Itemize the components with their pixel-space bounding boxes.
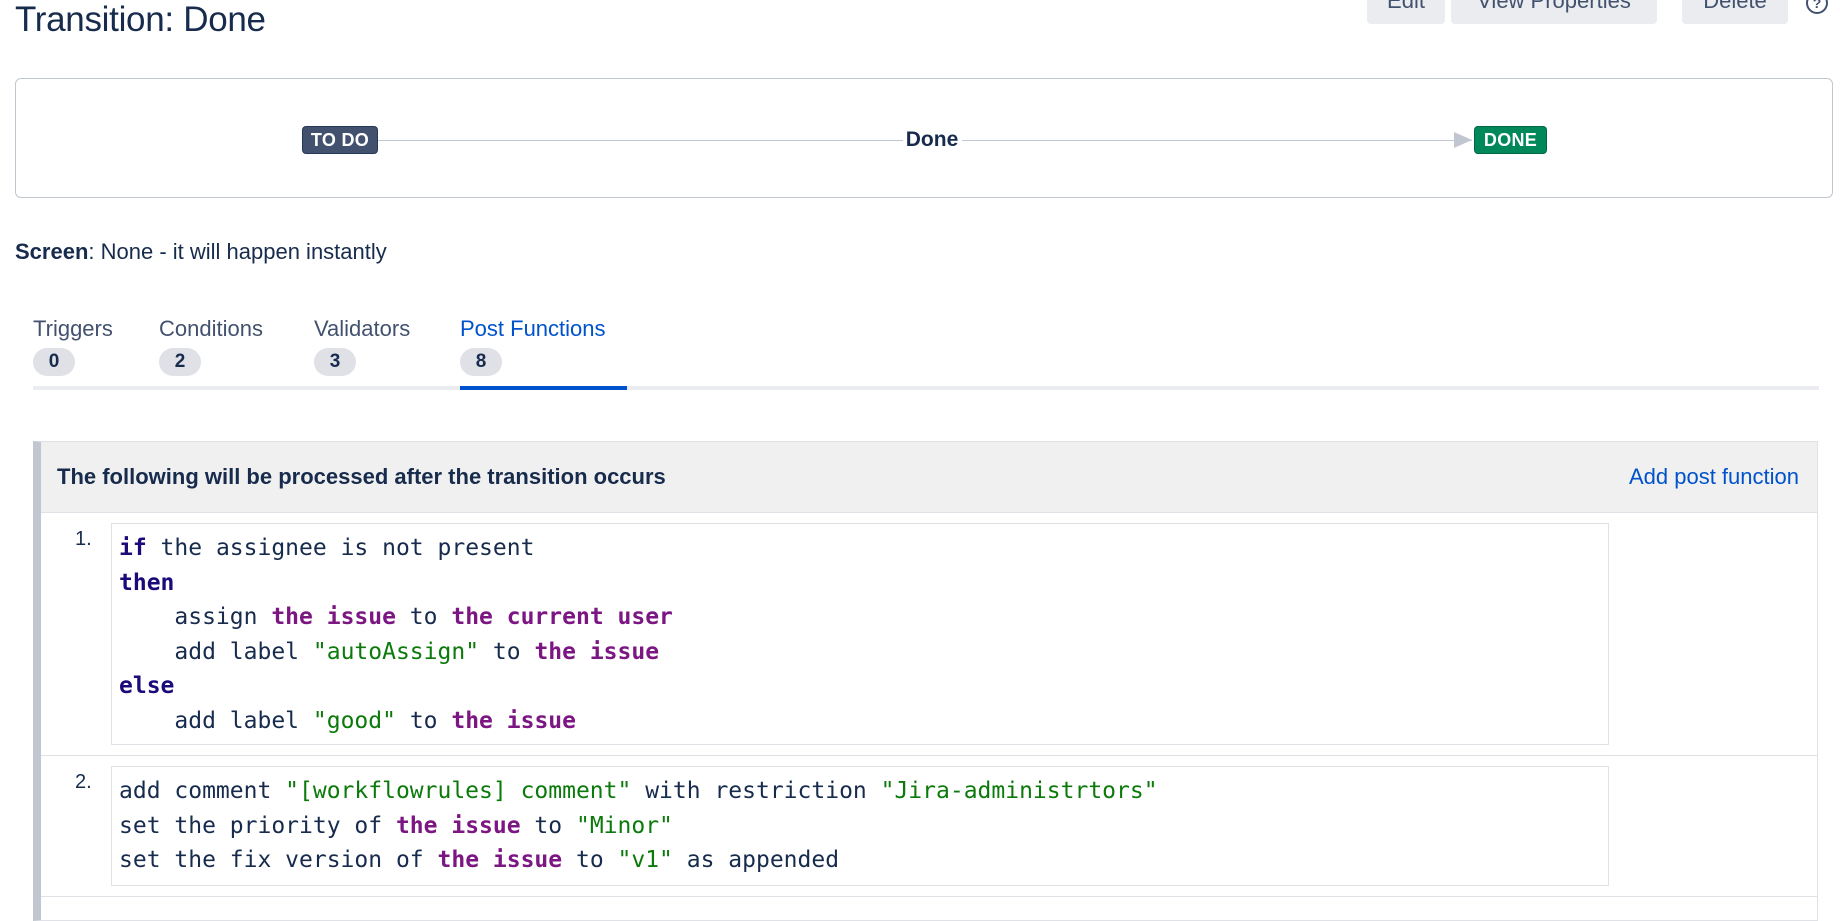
tab-post-functions[interactable]: Post Functions 8 [460, 312, 606, 376]
code-line: else [119, 669, 1601, 704]
screen-label: Screen [15, 239, 89, 264]
tab-label: Conditions [159, 316, 263, 341]
tab-conditions[interactable]: Conditions 2 [159, 312, 263, 376]
code-line: set the priority of the issue to "Minor" [119, 809, 1601, 844]
code-object: the issue [437, 847, 563, 873]
code-string: "Jira-administrtors" [880, 778, 1158, 804]
count-badge: 0 [33, 348, 75, 376]
code-keyword: then [119, 569, 175, 596]
status-lozenge-todo: TO DO [302, 126, 378, 154]
add-post-function-link[interactable]: Add post function [1629, 462, 1799, 492]
code-object: the issue [451, 707, 576, 734]
code-text: to [395, 707, 452, 734]
count-badge: 8 [460, 348, 502, 376]
code-text: to [520, 812, 576, 839]
tab-triggers[interactable]: Triggers 0 [33, 312, 113, 376]
post-function-item[interactable]: 2. add comment "[workflowrules] comment"… [41, 756, 1817, 897]
status-lozenge-done: DONE [1474, 126, 1547, 154]
panel-header: The following will be processed after th… [41, 442, 1817, 513]
code-line: if the assignee is not present [119, 531, 1601, 566]
post-function-item[interactable]: 1. if the assignee is not present then as… [41, 513, 1817, 756]
code-text: the assignee is not present [146, 535, 535, 561]
code-keyword: else [119, 673, 175, 699]
tab-bar-rule [33, 386, 1819, 390]
screen-value: : None - it will happen instantly [88, 239, 387, 264]
code-line: set the fix version of the issue to "v1"… [119, 843, 1601, 878]
code-text: set the fix version of [119, 847, 438, 873]
rule-code: add comment "[workflowrules] comment" wi… [111, 766, 1609, 886]
code-string: "autoAssign" [312, 638, 480, 665]
code-string: "Minor" [575, 812, 673, 839]
tab-label: Triggers [33, 316, 113, 341]
code-text: add comment [119, 778, 286, 804]
rule-number: 1. [75, 528, 92, 550]
panel-title: The following will be processed after th… [57, 464, 666, 489]
tab-bar: Triggers 0 Conditions 2 Validators 3 Pos… [33, 312, 1819, 390]
tab-label: Validators [314, 316, 411, 341]
screen-info: Screen: None - it will happen instantly [15, 238, 387, 266]
code-text: to [479, 638, 535, 665]
transition-label: Done [905, 128, 959, 151]
code-string: "v1" [617, 847, 673, 873]
code-keyword: if [119, 535, 147, 561]
count-badge: 3 [314, 348, 356, 376]
delete-button[interactable]: Delete [1682, 0, 1788, 24]
code-text: to [562, 847, 618, 873]
post-functions-panel: The following will be processed after th… [33, 441, 1818, 921]
transition-line [962, 140, 1472, 141]
code-text: assign [119, 604, 272, 630]
code-text: to [395, 604, 452, 630]
code-line: add label "autoAssign" to the issue [119, 635, 1601, 670]
count-badge: 2 [159, 348, 201, 376]
code-text: set the priority of [119, 812, 396, 839]
transition-line [378, 140, 903, 141]
transition-diagram: TO DO Done DONE [15, 78, 1833, 198]
view-properties-button[interactable]: View Properties [1451, 0, 1657, 24]
rule-code: if the assignee is not present then assig… [111, 523, 1609, 745]
code-line: add comment "[workflowrules] comment" wi… [119, 774, 1601, 809]
rule-number: 2. [75, 771, 92, 793]
header-actions: Edit View Properties Delete [0, 0, 1840, 26]
code-object: the issue [534, 638, 660, 665]
arrow-head-icon [1454, 132, 1472, 148]
code-line: then [119, 566, 1601, 601]
code-text: as appended [672, 847, 840, 873]
code-text: add label [119, 638, 313, 665]
code-line: assign the issue to the current user [119, 600, 1601, 635]
code-object: the issue [395, 812, 521, 839]
code-string: "good" [312, 707, 396, 734]
code-text: with restriction [631, 778, 881, 804]
code-object: the current user [451, 604, 673, 630]
code-object: the issue [271, 604, 396, 630]
edit-button[interactable]: Edit [1367, 0, 1445, 24]
tab-label: Post Functions [460, 316, 606, 341]
code-string: "[workflowrules] comment" [285, 778, 632, 804]
active-tab-indicator [460, 386, 627, 390]
code-line: add label "good" to the issue [119, 704, 1601, 739]
tab-validators[interactable]: Validators 3 [314, 312, 410, 376]
code-text: add label [119, 707, 313, 734]
